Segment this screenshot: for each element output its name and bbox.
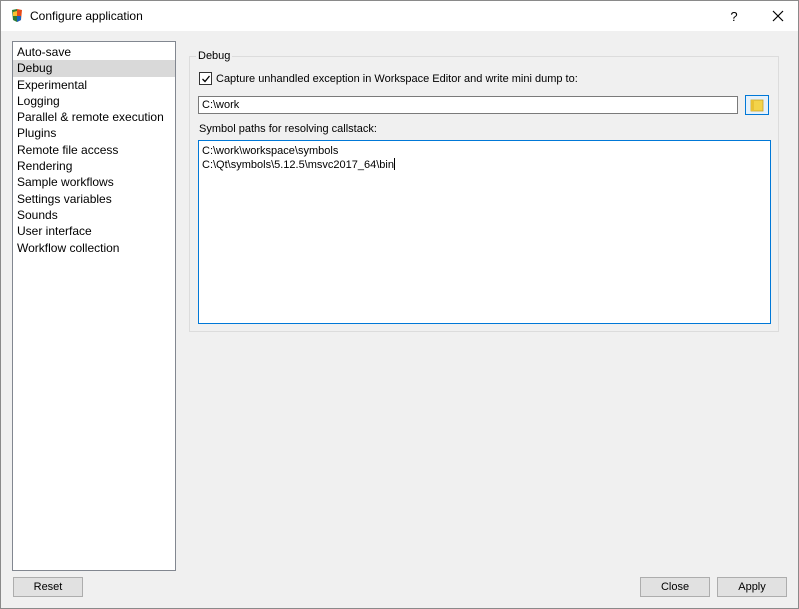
- sidebar-item-debug[interactable]: Debug: [13, 60, 175, 77]
- title-bar: Configure application ?: [1, 1, 798, 31]
- help-icon: ?: [730, 8, 738, 24]
- symbol-paths-textarea[interactable]: C:\work\workspace\symbols C:\Qt\symbols\5…: [198, 140, 771, 324]
- symbol-path-line-with-caret: C:\Qt\symbols\5.12.5\msvc2017_64\bin: [202, 158, 767, 172]
- text-caret: [393, 158, 395, 170]
- reset-button[interactable]: Reset: [13, 577, 83, 597]
- symbol-path-line: C:\Qt\symbols\5.12.5\msvc2017_64\bin: [202, 159, 394, 171]
- symbol-path-line: C:\work\workspace\symbols: [202, 145, 339, 157]
- apply-button[interactable]: Apply: [717, 577, 787, 597]
- browse-folder-button[interactable]: [745, 95, 769, 115]
- close-icon: [772, 10, 784, 22]
- sidebar-item-user-interface[interactable]: User interface: [13, 223, 175, 239]
- configure-application-dialog: Configure application ? Auto-save Debug …: [0, 0, 799, 609]
- dump-path-input[interactable]: C:\work: [198, 96, 738, 114]
- symbol-paths-label: Symbol paths for resolving callstack:: [199, 123, 377, 135]
- category-list[interactable]: Auto-save Debug Experimental Logging Par…: [12, 41, 176, 571]
- folder-icon: [750, 99, 764, 112]
- sidebar-item-sounds[interactable]: Sounds: [13, 207, 175, 223]
- app-icon: [12, 9, 22, 22]
- sidebar-item-workflow-collection[interactable]: Workflow collection: [13, 240, 175, 256]
- capture-exception-checkbox[interactable]: [199, 72, 212, 85]
- debug-group-title: Debug: [196, 50, 233, 62]
- capture-exception-label: Capture unhandled exception in Workspace…: [216, 72, 578, 85]
- help-button[interactable]: ?: [717, 1, 751, 31]
- sidebar-item-remote-file-access[interactable]: Remote file access: [13, 142, 175, 158]
- sidebar-item-sample-workflows[interactable]: Sample workflows: [13, 174, 175, 190]
- close-window-button[interactable]: [759, 1, 797, 31]
- checkmark-icon: [201, 75, 210, 82]
- sidebar-item-experimental[interactable]: Experimental: [13, 77, 175, 93]
- sidebar-item-rendering[interactable]: Rendering: [13, 158, 175, 174]
- sidebar-item-logging[interactable]: Logging: [13, 93, 175, 109]
- sidebar-item-settings-variables[interactable]: Settings variables: [13, 191, 175, 207]
- sidebar-item-plugins[interactable]: Plugins: [13, 125, 175, 141]
- capture-exception-row[interactable]: Capture unhandled exception in Workspace…: [199, 72, 578, 85]
- sidebar-item-parallel-remote-execution[interactable]: Parallel & remote execution: [13, 109, 175, 125]
- sidebar-item-auto-save[interactable]: Auto-save: [13, 44, 175, 60]
- close-button[interactable]: Close: [640, 577, 710, 597]
- window-title: Configure application: [30, 9, 143, 23]
